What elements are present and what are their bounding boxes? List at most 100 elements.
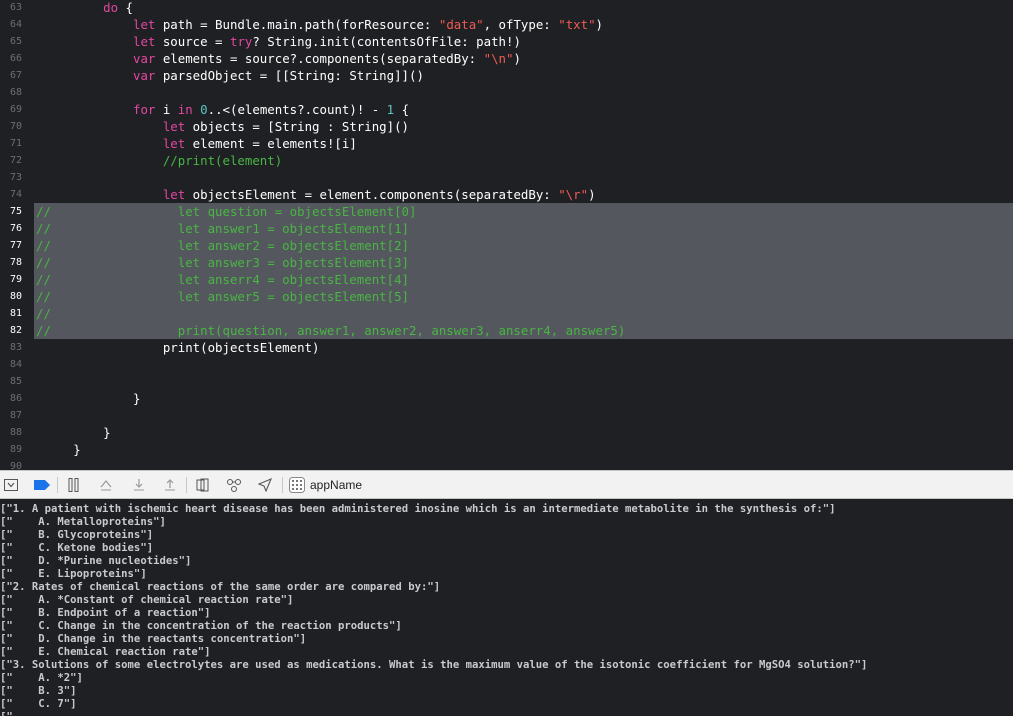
- line-number: 82: [9, 325, 22, 336]
- line-number: 90: [9, 461, 22, 470]
- code-text: // let answer2 = objectsElement[2]: [36, 238, 409, 253]
- step-out-icon[interactable]: [160, 476, 180, 494]
- code-text: var parsedObject = [[String: String]](): [132, 68, 424, 83]
- code-line[interactable]: 68: [0, 84, 1013, 101]
- code-line[interactable]: 70 let objects = [String : String](): [0, 118, 1013, 135]
- code-line[interactable]: 81 //: [0, 305, 1013, 322]
- line-number: 81: [9, 308, 22, 319]
- line-number: 87: [9, 410, 22, 421]
- code-text: let source = try? String.init(contentsOf…: [132, 34, 521, 49]
- line-number: 64: [9, 19, 22, 30]
- step-into-icon[interactable]: [129, 476, 149, 494]
- view-hierarchy-icon[interactable]: [194, 476, 212, 494]
- code-line[interactable]: 85: [0, 373, 1013, 390]
- console-line: [" B. 3"]: [0, 685, 77, 697]
- code-text: let path = Bundle.main.path(forResource:…: [132, 17, 604, 32]
- code-text: // let answer3 = objectsElement[3]: [36, 255, 409, 270]
- code-text: do {: [103, 0, 133, 15]
- hide-debug-area-icon[interactable]: [3, 476, 19, 494]
- app-target-icon[interactable]: [288, 476, 306, 494]
- code-line[interactable]: 72 //print(element): [0, 152, 1013, 169]
- breakpoints-toggle-icon[interactable]: [33, 476, 51, 494]
- code-line[interactable]: 83 print(objectsElement): [0, 339, 1013, 356]
- console-line: ["3. Solutions of some electrolytes are …: [0, 659, 868, 671]
- line-number: 76: [9, 223, 22, 234]
- code-line[interactable]: 69 for i in 0..<(elements?.count)! - 1 {: [0, 101, 1013, 118]
- selection-highlight: [34, 305, 1013, 322]
- line-number: 67: [9, 70, 22, 81]
- code-text: let objects = [String : String](): [162, 119, 410, 134]
- code-text: // let anserr4 = objectsElement[4]: [36, 272, 409, 287]
- pause-icon[interactable]: [64, 476, 84, 494]
- step-over-icon[interactable]: [96, 476, 116, 494]
- code-text: // let question = objectsElement[0]: [36, 204, 417, 219]
- line-number: 74: [9, 189, 22, 200]
- code-line[interactable]: 78 // let answer3 = objectsElement[3]: [0, 254, 1013, 271]
- console-line: [" D. *Purine nucleotides"]: [0, 555, 192, 567]
- simulate-location-icon[interactable]: [255, 476, 275, 494]
- console-line: [" E. Chemical reaction rate"]: [0, 646, 211, 658]
- code-line[interactable]: 80 // let answer5 = objectsElement[5]: [0, 288, 1013, 305]
- line-number: 69: [9, 104, 22, 115]
- line-number: 66: [9, 53, 22, 64]
- code-line[interactable]: 89 }: [0, 441, 1013, 458]
- line-number: 79: [9, 274, 22, 285]
- code-text: //print(element): [162, 153, 283, 168]
- console-line: [" C. Ketone bodies"]: [0, 542, 154, 554]
- code-line[interactable]: 73: [0, 169, 1013, 186]
- code-line[interactable]: 71 let element = elements![i]: [0, 135, 1013, 152]
- code-text: // let answer1 = objectsElement[1]: [36, 221, 409, 236]
- code-line[interactable]: 82 // print(question, answer1, answer2, a…: [0, 322, 1013, 339]
- memory-graph-icon[interactable]: [224, 476, 244, 494]
- line-number: 78: [9, 257, 22, 268]
- code-line[interactable]: 63 do {: [0, 0, 1013, 16]
- console-line: [" C. 7"]: [0, 698, 77, 710]
- app-name-label[interactable]: appName: [310, 478, 362, 492]
- line-number: 63: [9, 2, 22, 13]
- line-number: 73: [9, 172, 22, 183]
- code-line[interactable]: 86 }: [0, 390, 1013, 407]
- line-number: 80: [9, 291, 22, 302]
- console-line: [" E. Lipoproteins"]: [0, 568, 147, 580]
- console-line: [" B. Endpoint of a reaction"]: [0, 607, 211, 619]
- code-text: }: [36, 391, 141, 406]
- code-line[interactable]: 76 // let answer1 = objectsElement[1]: [0, 220, 1013, 237]
- debug-bar: appName: [0, 470, 1013, 499]
- code-text: let element = elements![i]: [162, 136, 357, 151]
- code-line[interactable]: 66 var elements = source?.components(sep…: [0, 50, 1013, 67]
- line-number: 65: [9, 36, 22, 47]
- line-number: 71: [9, 138, 22, 149]
- code-text: // print(question, answer1, answer2, ans…: [36, 323, 626, 338]
- code-text: let objectsElement = element.components(…: [162, 187, 596, 202]
- code-line[interactable]: 90: [0, 458, 1013, 470]
- line-number: 89: [9, 444, 22, 455]
- line-number: 88: [9, 427, 22, 438]
- code-editor[interactable]: 63 do {64 let path = Bundle.main.path(fo…: [0, 0, 1013, 470]
- code-text: print(objectsElement): [36, 340, 320, 355]
- code-line[interactable]: 87: [0, 407, 1013, 424]
- code-text: for i in 0..<(elements?.count)! - 1 {: [132, 102, 410, 117]
- line-number: 72: [9, 155, 22, 166]
- code-line[interactable]: 79 // let anserr4 = objectsElement[4]: [0, 271, 1013, 288]
- line-number: 68: [9, 87, 22, 98]
- console-line: [" A. *2"]: [0, 672, 83, 684]
- code-line[interactable]: 64 let path = Bundle.main.path(forResour…: [0, 16, 1013, 33]
- line-number: 75: [9, 206, 22, 217]
- code-line[interactable]: 67 var parsedObject = [[String: String]]…: [0, 67, 1013, 84]
- console-line: ["2. Rates of chemical reactions of the …: [0, 581, 441, 593]
- console-line: [": [0, 711, 38, 716]
- code-line[interactable]: 77 // let answer2 = objectsElement[2]: [0, 237, 1013, 254]
- code-text: var elements = source?.components(separa…: [132, 51, 521, 66]
- code-line[interactable]: 88 }: [0, 424, 1013, 441]
- code-line[interactable]: 84: [0, 356, 1013, 373]
- code-text: //: [36, 306, 51, 321]
- console-output[interactable]: ["1. A patient with ischemic heart disea…: [0, 499, 1013, 716]
- code-line[interactable]: 75 // let question = objectsElement[0]: [0, 203, 1013, 220]
- console-line: [" C. Change in the concentration of the…: [0, 620, 402, 632]
- console-line: [" A. *Constant of chemical reaction rat…: [0, 594, 294, 606]
- code-line[interactable]: 65 let source = try? String.init(content…: [0, 33, 1013, 50]
- console-line: [" B. Glycoproteins"]: [0, 529, 154, 541]
- code-line[interactable]: 74 let objectsElement = element.componen…: [0, 186, 1013, 203]
- line-number: 70: [9, 121, 22, 132]
- line-number: 86: [9, 393, 22, 404]
